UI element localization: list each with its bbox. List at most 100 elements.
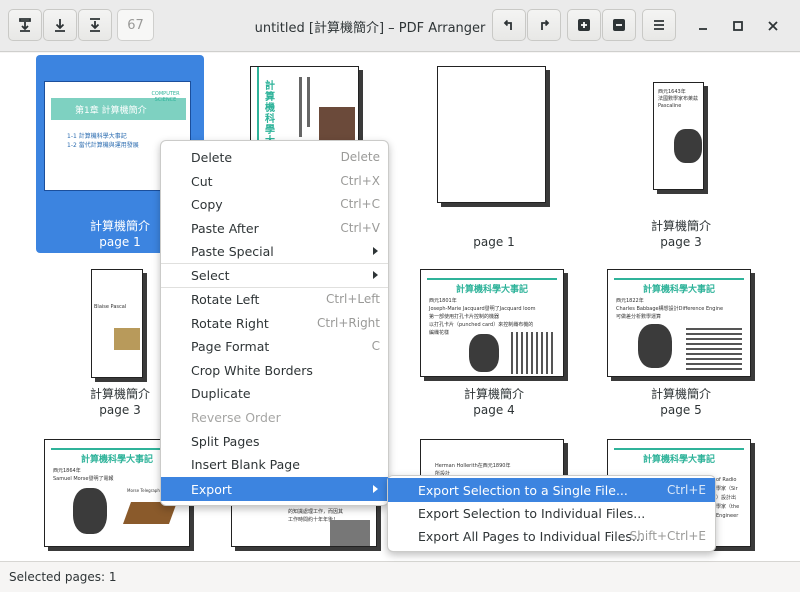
menu-item-accel: Ctrl+X	[340, 174, 380, 188]
page-label: page 3	[660, 235, 702, 249]
slide-line: ）設計出	[716, 495, 737, 501]
menu-item-paste-special[interactable]: Paste Special	[161, 239, 388, 263]
save-icon	[19, 18, 31, 32]
menu-item-rotate-left[interactable]: Rotate Left Ctrl+Left	[161, 287, 388, 311]
zoom-out-icon	[613, 19, 625, 31]
menu-item-label: Rotate Left	[191, 291, 260, 307]
main-menu-button[interactable]	[642, 9, 676, 41]
slide-line: Pascaline	[658, 103, 682, 109]
menu-item-select[interactable]: Select	[161, 263, 388, 287]
maximize-button[interactable]	[726, 14, 750, 38]
slide-tag: COMPUTER SCIENCE	[151, 91, 180, 103]
page-caption: 計算機簡介 page 3	[597, 218, 765, 250]
menu-item-label: Export	[191, 481, 232, 497]
slide-lines: 1-1 計算機科學大事記 1-2 當代計算機與運用發展	[67, 132, 139, 150]
menu-item-accel: Shift+Ctrl+E	[629, 529, 706, 543]
page-thumbnail-cell[interactable]: 計算機科學大事記 西元1822年 Charles Babbage構想設計Diff…	[597, 259, 765, 429]
menu-item-delete[interactable]: Delete Delete	[161, 145, 388, 169]
menu-item-export-selection-single[interactable]: Export Selection to a Single File... Ctrl…	[388, 478, 715, 502]
menu-item-export[interactable]: Export	[161, 477, 388, 501]
page-thumbnail-cell[interactable]: 計算機科學大事記 西元1801年 Joseph-Marie Jacquard發明…	[410, 259, 578, 429]
menu-item-label: Rotate Right	[191, 315, 269, 331]
submenu-arrow-icon	[373, 271, 378, 279]
menu-item-export-all-individual[interactable]: Export All Pages to Individual Files... S…	[388, 524, 715, 548]
page-thumbnail[interactable]: 計算機科學大事記 西元1822年 Charles Babbage構想設計Diff…	[607, 269, 751, 377]
minimize-button[interactable]	[691, 14, 715, 38]
slide-line: Herman Hollerith在西元1890年	[435, 463, 511, 469]
export-icon	[90, 18, 100, 32]
status-text: Selected pages: 1	[9, 570, 117, 584]
zoom-in-button[interactable]	[567, 9, 601, 41]
menu-item-accel: Ctrl+Right	[316, 316, 380, 330]
page-thumbnail-cell[interactable]: 西元1643年 法國數學家布萊茲 Pascaline 計算機簡介 page 3	[597, 55, 765, 253]
page-thumbnail[interactable]: Blaise Pascal	[91, 269, 143, 378]
menu-item-cut[interactable]: Cut Ctrl+X	[161, 169, 388, 193]
page-file-name: 計算機簡介	[463, 387, 524, 401]
menu-item-copy[interactable]: Copy Ctrl+C	[161, 192, 388, 216]
close-icon	[768, 21, 778, 31]
slide-line: 西元1822年	[616, 298, 644, 304]
page-label: page 5	[660, 403, 702, 417]
menu-item-export-selection-individual[interactable]: Export Selection to Individual Files...	[388, 501, 715, 525]
slide-heading: 計算機科學大事記	[455, 285, 528, 295]
menu-item-accel: Ctrl+C	[340, 197, 380, 211]
save-as-button[interactable]	[43, 9, 77, 41]
slide-line: 的知識處理工作，而因其	[288, 509, 344, 515]
menu-item-rotate-right[interactable]: Rotate Right Ctrl+Right	[161, 311, 388, 335]
menu-item-split-pages[interactable]: Split Pages	[161, 429, 388, 453]
download-icon	[55, 19, 65, 32]
hamburger-menu-icon	[654, 20, 664, 30]
page-thumbnail[interactable]: 西元1643年 法國數學家布萊茲 Pascaline	[653, 82, 704, 190]
page-file-name: 計算機簡介	[650, 219, 711, 233]
slide-lines: 西元1643年 法國數學家布萊茲 Pascaline	[658, 89, 698, 110]
zoom-out-button[interactable]	[602, 9, 636, 41]
menu-item-label: Delete	[191, 149, 233, 165]
menu-item-label: Paste Special	[191, 243, 274, 259]
rotate-left-icon	[503, 19, 512, 30]
slide-line: 學家（Sir	[716, 486, 738, 492]
menu-item-label: Select	[191, 267, 230, 283]
page-caption: page 1	[410, 234, 578, 250]
slide-line: of Radio	[716, 477, 737, 483]
slide-line: Charles Babbage構想設計Difference Engine	[616, 306, 724, 312]
export-button[interactable]	[78, 9, 112, 41]
menu-item-insert-blank-page[interactable]: Insert Blank Page	[161, 452, 388, 476]
submenu-arrow-icon	[373, 485, 378, 493]
menu-item-label: Export All Pages to Individual Files...	[418, 528, 644, 544]
rotate-right-icon	[541, 19, 550, 30]
page-thumbnail-cell[interactable]: page 1	[410, 55, 578, 253]
status-bar: Selected pages: 1	[0, 561, 800, 592]
menu-item-label: Paste After	[191, 220, 259, 236]
menu-item-page-format[interactable]: Page Format C	[161, 334, 388, 358]
zoom-in-icon	[578, 19, 590, 31]
slide-line: Blaise Pascal	[94, 304, 127, 310]
page-number-field[interactable]: 67	[117, 9, 154, 41]
menu-item-duplicate[interactable]: Duplicate	[161, 381, 388, 405]
slide-line: Engineer	[716, 513, 739, 519]
page-label: page 4	[473, 403, 515, 417]
menu-item-crop-white-borders[interactable]: Crop White Borders	[161, 358, 388, 382]
menu-item-label: Export Selection to Individual Files...	[418, 505, 646, 521]
slide-line: 可做差分析數學運算	[616, 314, 662, 320]
page-thumbnail[interactable]: 計算機科學大事記 西元1801年 Joseph-Marie Jacquard發明…	[420, 269, 564, 377]
menu-item-label: Split Pages	[191, 433, 260, 449]
page-thumbnail[interactable]	[437, 66, 546, 203]
page-label: page 1	[473, 235, 515, 249]
close-button[interactable]	[761, 14, 785, 38]
page-caption: 計算機簡介 page 5	[597, 386, 765, 418]
slide-heading: 計算機科學大事記	[642, 285, 715, 295]
slide-line: 西元1643年	[658, 89, 686, 95]
slide-line: 1-2 當代計算機與運用發展	[67, 142, 139, 149]
save-button[interactable]	[8, 9, 42, 41]
menu-item-label: Duplicate	[191, 385, 251, 401]
menu-item-accel: Ctrl+Left	[326, 292, 380, 306]
rotate-left-button[interactable]	[492, 9, 526, 41]
submenu-arrow-icon	[373, 247, 378, 255]
menu-item-label: Copy	[191, 196, 223, 212]
menu-item-accel: Delete	[340, 150, 380, 164]
menu-item-label: Crop White Borders	[191, 362, 313, 378]
page-caption: 計算機簡介 page 4	[410, 386, 578, 418]
rotate-right-button[interactable]	[527, 9, 561, 41]
menu-item-accel: Ctrl+V	[340, 221, 380, 235]
menu-item-paste-after[interactable]: Paste After Ctrl+V	[161, 216, 388, 240]
